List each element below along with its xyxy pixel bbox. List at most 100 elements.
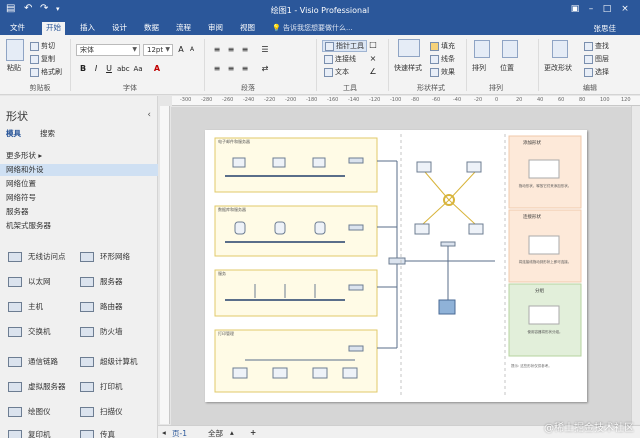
quick-styles-button[interactable]: 快速样式	[394, 63, 422, 73]
arrange-icon[interactable]	[474, 40, 490, 58]
align-center-icon[interactable]: ≡	[226, 64, 236, 74]
shape-printer[interactable]: 打印机	[78, 378, 123, 396]
shape-switch[interactable]: 交换机	[6, 323, 51, 341]
change-shape-icon[interactable]	[552, 40, 568, 58]
bullets-icon[interactable]: ☰	[260, 45, 270, 55]
line-tool-icon[interactable]: ∠	[368, 67, 378, 77]
ribbon-display-icon[interactable]: ▣	[568, 3, 582, 15]
copy-button[interactable]: 复制	[30, 54, 55, 64]
shape-ethernet[interactable]: 以太网	[6, 273, 51, 291]
tab-insert[interactable]: 插入	[76, 22, 99, 35]
stencil-network-symbols[interactable]: 网络符号	[0, 192, 158, 204]
add-page-button[interactable]: +	[250, 428, 256, 437]
underline-icon[interactable]: U	[104, 64, 114, 74]
arrange-button[interactable]: 排列	[472, 63, 486, 73]
more-shapes-menu[interactable]: 更多形状 ▸	[0, 150, 158, 162]
stencil-rack-servers[interactable]: 机架式服务器	[0, 220, 158, 232]
shape-scanner[interactable]: 扫描仪	[78, 403, 123, 421]
shape-label: 交换机	[28, 327, 51, 336]
tell-me-search[interactable]: 💡 告诉我您想要做什么...	[272, 23, 353, 33]
drawing-page[interactable]: 电子邮件和服务器 数据库和服务器 服务 打印管理 添加形状 拖动形状，释放它们来…	[205, 130, 587, 402]
font-family-select[interactable]: 宋体 ▼	[76, 44, 140, 56]
shrink-font-icon[interactable]: A	[187, 45, 197, 55]
font-size-select[interactable]: 12pt ▼	[143, 44, 173, 56]
close-icon[interactable]: ×	[618, 3, 632, 15]
italic-icon[interactable]: I	[91, 64, 101, 74]
maximize-icon[interactable]: □	[600, 3, 614, 15]
connector-button[interactable]: 连接线	[324, 54, 356, 64]
change-case-icon[interactable]: Aa	[133, 64, 143, 74]
pointer-tool-button[interactable]: 指针工具	[322, 40, 367, 52]
shape-virtual-server[interactable]: 虚拟服务器	[6, 378, 66, 396]
tab-process[interactable]: 流程	[172, 22, 195, 35]
quick-styles-icon[interactable]	[398, 39, 420, 57]
tab-design[interactable]: 设计	[108, 22, 131, 35]
position-icon[interactable]	[502, 40, 518, 58]
grow-font-icon[interactable]: A	[176, 45, 186, 55]
horizontal-ruler: -300 -280 -260 -240 -220 -200 -180 -160 -140 -120…	[172, 96, 640, 106]
layers-button[interactable]: 图层	[584, 54, 609, 64]
shape-copier[interactable]: 复印机	[6, 426, 51, 438]
strikethrough-icon[interactable]: abc	[117, 64, 130, 74]
tab-file[interactable]: 文件	[6, 22, 29, 35]
vertical-scrollbar[interactable]	[631, 106, 640, 424]
font-color-icon[interactable]: A	[152, 64, 162, 74]
collapse-panel-icon[interactable]: ‹	[147, 110, 151, 120]
shape-router[interactable]: 路由器	[78, 298, 123, 316]
shape-label: 防火墙	[100, 327, 123, 336]
align-top-icon[interactable]: ≡	[212, 45, 222, 55]
align-middle-icon[interactable]: ≡	[226, 45, 236, 55]
shape-supercomputer[interactable]: 超级计算机	[78, 353, 138, 371]
shape-server[interactable]: 服务器	[78, 273, 123, 291]
find-button[interactable]: 查找	[584, 41, 609, 51]
scroll-left-icon[interactable]: ◂	[162, 428, 166, 437]
bold-icon[interactable]: B	[78, 64, 88, 74]
tab-data[interactable]: 数据	[140, 22, 163, 35]
change-shape-button[interactable]: 更改形状	[544, 63, 572, 73]
position-button[interactable]: 位置	[500, 63, 514, 73]
shape-wireless-ap[interactable]: 无线访问点	[6, 248, 66, 266]
align-left-icon[interactable]: ≡	[212, 64, 222, 74]
close-tool-icon[interactable]: ×	[368, 54, 378, 64]
fill-button[interactable]: 填充	[430, 41, 455, 51]
shape-ring-network[interactable]: 环形网络	[78, 248, 130, 266]
all-pages-chevron-icon[interactable]: ▴	[230, 428, 234, 437]
user-name[interactable]: 张思佳	[594, 23, 617, 34]
effects-button[interactable]: 效果	[430, 67, 455, 77]
shape-plotter[interactable]: 绘图仪	[6, 403, 51, 421]
tab-view[interactable]: 视图	[236, 22, 259, 35]
shape-label: 通信链路	[28, 357, 58, 366]
align-right-icon[interactable]: ≡	[240, 64, 250, 74]
shape-comm-link[interactable]: 通信链路	[6, 353, 58, 371]
chevron-right-icon: ▸	[38, 151, 43, 160]
text-direction-icon[interactable]: ⇄	[260, 64, 270, 74]
line-button[interactable]: 线条	[430, 54, 455, 64]
effects-label: 效果	[441, 68, 455, 76]
select-button[interactable]: 选择	[584, 67, 609, 77]
shape-firewall[interactable]: 防火墙	[78, 323, 123, 341]
text-tool-label: 文本	[335, 68, 349, 76]
cut-button[interactable]: 剪切	[30, 41, 55, 51]
rectangle-icon[interactable]: □	[368, 40, 378, 50]
stencil-network-locations[interactable]: 网络位置	[0, 178, 158, 190]
drawing-canvas[interactable]: 电子邮件和服务器 数据库和服务器 服务 打印管理 添加形状 拖动形状，释放它们来…	[171, 107, 631, 425]
tab-home[interactable]: 开始	[42, 22, 65, 35]
stencil-network-peripherals[interactable]: 网络和外设	[0, 164, 158, 176]
minimize-icon[interactable]: –	[584, 3, 598, 15]
tab-review[interactable]: 审阅	[204, 22, 227, 35]
tab-stencils[interactable]: 模具	[6, 128, 21, 139]
page-tab[interactable]: 页-1	[172, 428, 187, 438]
text-tool-button[interactable]: 文本	[324, 67, 349, 77]
paste-icon[interactable]	[6, 39, 24, 61]
tip-text: 使用容器将形状分组。	[527, 330, 563, 334]
stencil-servers[interactable]: 服务器	[0, 206, 158, 218]
ruler-tick-label: -140	[348, 97, 360, 103]
separator	[204, 39, 205, 91]
all-pages-tab[interactable]: 全部	[208, 428, 223, 438]
tab-search[interactable]: 搜索	[40, 128, 55, 139]
paste-button[interactable]: 粘贴	[7, 63, 21, 73]
align-bottom-icon[interactable]: ≡	[240, 45, 250, 55]
shape-fax[interactable]: 传真	[78, 426, 115, 438]
shape-mainframe[interactable]: 主机	[6, 298, 43, 316]
format-painter-button[interactable]: 格式刷	[30, 67, 62, 77]
